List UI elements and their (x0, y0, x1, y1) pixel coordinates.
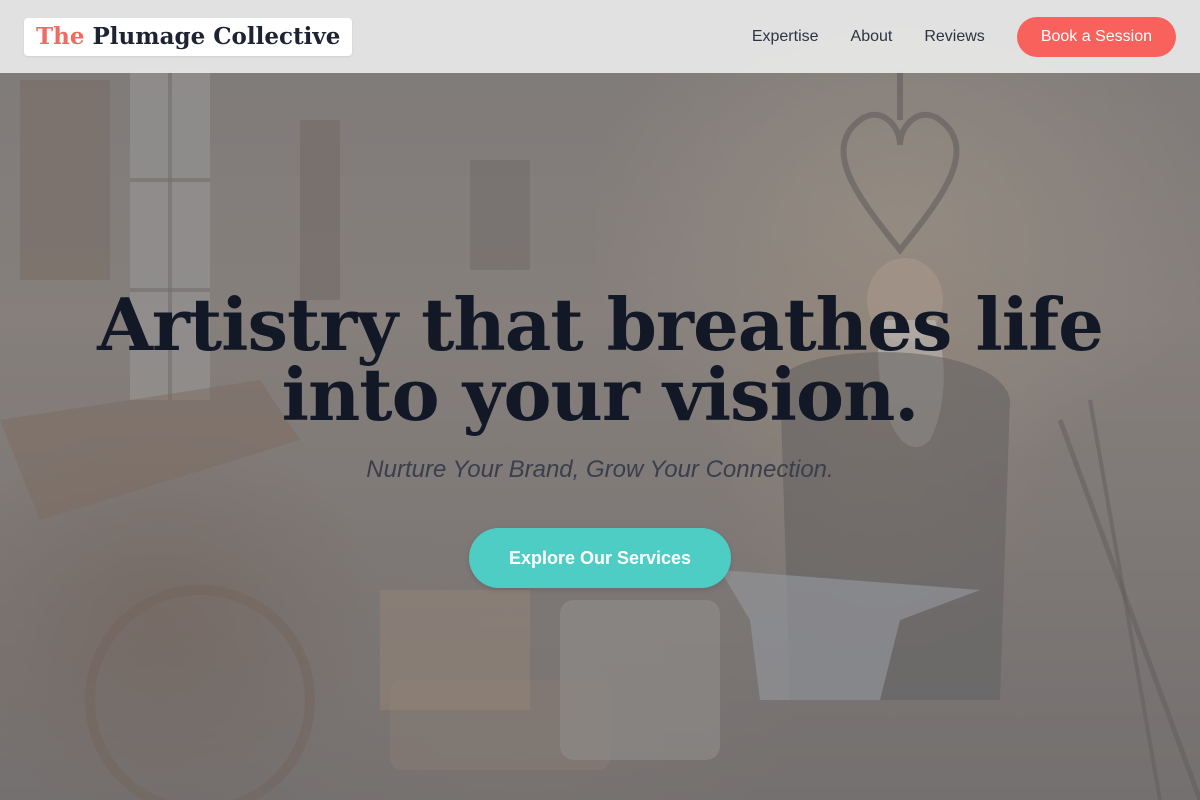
nav-link-reviews[interactable]: Reviews (924, 28, 984, 46)
site-header: The Plumage Collective Expertise About R… (0, 0, 1200, 73)
hero-section: Artistry that breathes life into your vi… (0, 289, 1200, 588)
nav-link-expertise[interactable]: Expertise (752, 28, 819, 46)
hero-title: Artistry that breathes life into your vi… (0, 289, 1200, 431)
logo-name-text: Plumage Collective (92, 22, 341, 50)
nav-link-about[interactable]: About (851, 28, 893, 46)
book-session-button[interactable]: Book a Session (1016, 16, 1176, 57)
site-logo[interactable]: The Plumage Collective (24, 17, 353, 56)
hero-subtitle: Nurture Your Brand, Grow Your Connection… (366, 456, 834, 483)
logo-accent-text: The (36, 22, 85, 50)
main-nav: Expertise About Reviews Book a Session (752, 16, 1176, 57)
hero-title-line-2: into your vision. (281, 352, 920, 437)
explore-services-button[interactable]: Explore Our Services (468, 528, 732, 588)
